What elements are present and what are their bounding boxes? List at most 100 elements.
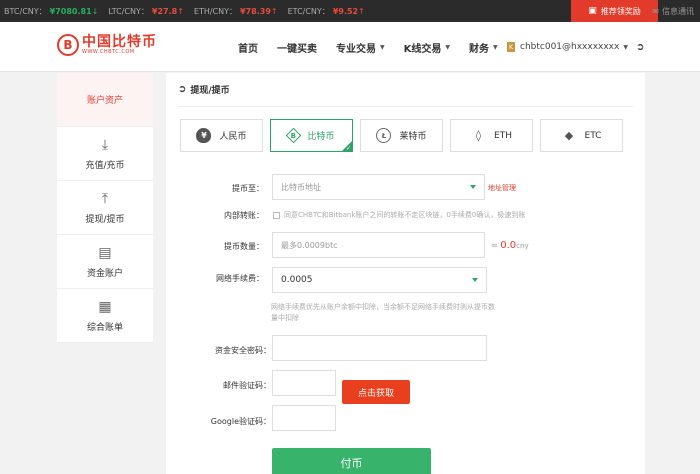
gift-icon: ▣: [588, 6, 597, 16]
ticker-pair: BTC/CNY：: [4, 6, 47, 16]
internal-transfer-text: 同意CHBTC和Bitbank账户之间的转账不走区块链，0手续费0确认，极速到账: [284, 211, 526, 219]
sidebar-item-withdraw[interactable]: ⤒ 提现/提币: [57, 181, 153, 235]
caret-down-icon: ▼: [445, 43, 450, 51]
nav-label: K线交易: [403, 43, 442, 55]
nav-label: 专业交易: [336, 43, 376, 55]
tab-etc[interactable]: ◆ ETC: [540, 119, 623, 152]
sidebar-item-funds-account[interactable]: ▤ 资金账户: [57, 235, 153, 289]
submit-withdraw-button[interactable]: 付币: [272, 448, 431, 474]
internal-transfer-checkbox[interactable]: [273, 211, 280, 219]
sidebar-item-assets[interactable]: 账户资产: [57, 73, 153, 127]
sidebar-item-statements[interactable]: ▦ 综合账单: [57, 289, 153, 343]
download-icon: ⤓: [101, 136, 109, 153]
user-email: chbtc001@hxxxxxxxx: [520, 42, 620, 52]
page-title: ➲ 提现/提币: [178, 83, 230, 96]
email-code-input[interactable]: [272, 370, 336, 396]
coin-label: 人民币: [219, 132, 247, 142]
ticker-ltc[interactable]: LTC/CNY： ¥27.8 ↑: [108, 6, 184, 17]
referral-reward-button[interactable]: ▣ 推荐领奖励: [571, 0, 658, 22]
top-header: B 中国比特币 WWW.CHBTC.COM 首页 一键买卖 专业交易 ▼ K线交易…: [0, 22, 700, 72]
grid-icon: ▦: [98, 298, 112, 315]
envelope-icon: ✉: [652, 6, 659, 16]
fee-value: 0.0005: [281, 275, 313, 285]
fee-label: 网络手续费：: [216, 274, 264, 283]
dropdown-arrow-icon: [470, 185, 476, 189]
bitcoin-icon: B: [286, 127, 302, 144]
sidebar-item-deposit[interactable]: ⤓ 充值/充币: [57, 127, 153, 181]
messages-label: 信息通讯: [662, 6, 694, 16]
address-select[interactable]: 比特币地址: [272, 174, 485, 200]
check-icon: ✓: [345, 145, 351, 152]
coin-label: 比特币: [307, 132, 335, 142]
ticker-price: ¥78.39: [240, 6, 271, 16]
arrow-down-icon: ↓: [91, 6, 99, 16]
exit-icon: ➲: [178, 84, 187, 95]
ticker-price: ¥9.52: [332, 6, 359, 16]
messages-link[interactable]: ✉ 信息通讯: [652, 0, 694, 22]
caret-down-icon: ▼: [380, 43, 385, 51]
approx-sign: ≈: [491, 241, 501, 250]
coin-label: ETH: [494, 130, 512, 141]
internal-transfer-label: 内部转账：: [224, 211, 264, 220]
fund-password-input[interactable]: [272, 335, 487, 361]
google-code-label: Google验证码：: [210, 417, 271, 426]
ticker-etc[interactable]: ETC/CNY： ¥9.52 ↑: [288, 6, 365, 17]
caret-down-icon: ▼: [623, 43, 628, 51]
bitcoin-logo-icon: B: [57, 34, 79, 56]
nav-label: 财务: [469, 43, 489, 55]
referral-reward-label: 推荐领奖励: [600, 6, 641, 16]
google-code-input[interactable]: [272, 405, 336, 431]
nav-kline-trade[interactable]: K线交易 ▼: [404, 40, 450, 55]
arrow-up-icon: ↑: [177, 6, 184, 16]
amount-placeholder: 最多0.0009btc: [281, 240, 338, 250]
tab-eth[interactable]: ◊ ETH: [450, 119, 533, 152]
nav-label: 首页: [238, 43, 258, 55]
nav-quick-trade[interactable]: 一键买卖: [277, 40, 317, 55]
ticker-pair: ETH/CNY：: [193, 6, 238, 16]
coin-tabs: ¥ 人民币 B 比特币 ✓ Ł 莱特币 ◊ ETH ◆ ETC: [180, 119, 630, 152]
sidebar-item-label: 账户资产: [86, 96, 123, 106]
user-menu[interactable]: K chbtc001@hxxxxxxxx ▼: [507, 22, 628, 72]
tab-btc[interactable]: B 比特币 ✓: [270, 119, 353, 152]
ticker-price: ¥7080.81: [49, 6, 92, 16]
get-code-button[interactable]: 点击获取: [342, 380, 410, 404]
sidebar-item-label: 资金账户: [86, 268, 123, 279]
amount-input[interactable]: 最多0.0009btc: [272, 232, 485, 258]
nav-home[interactable]: 首页: [238, 40, 258, 55]
brand-url: WWW.CHBTC.COM: [82, 48, 135, 55]
sidebar-item-label: 提现/提币: [85, 214, 125, 225]
tab-cny[interactable]: ¥ 人民币: [180, 119, 263, 152]
ethereum-icon: ◊: [475, 129, 482, 142]
estimate-value: 0.0: [500, 240, 517, 251]
main-nav: 首页 一键买卖 专业交易 ▼ K线交易 ▼ 财务 ▼: [238, 22, 517, 72]
sidebar-item-label: 综合账单: [86, 322, 123, 333]
ethereum-classic-icon: ◆: [564, 129, 574, 142]
arrow-up-icon: ↑: [358, 6, 365, 16]
fee-select[interactable]: 0.0005: [272, 267, 487, 293]
nav-pro-trade[interactable]: 专业交易 ▼: [336, 40, 385, 55]
ticker-price: ¥27.8: [151, 6, 178, 16]
cny-estimate: ≈ 0.0cny: [491, 240, 529, 251]
address-placeholder: 比特币地址: [281, 182, 321, 192]
ticker-eth[interactable]: ETH/CNY： ¥78.39 ↑: [194, 6, 278, 17]
user-level-badge: K: [507, 42, 515, 52]
litecoin-icon: Ł: [376, 128, 392, 143]
arrow-up-icon: ↑: [270, 6, 278, 16]
upload-icon: ⤒: [101, 190, 109, 207]
nav-finance[interactable]: 财务 ▼: [469, 40, 498, 55]
card-icon: ▤: [98, 244, 112, 261]
coin-label: 莱特币: [399, 132, 427, 142]
coin-label: ETC: [584, 130, 602, 141]
page-title-text: 提现/提币: [190, 86, 230, 96]
logout-icon[interactable]: ➲: [636, 22, 644, 72]
ticker-btc[interactable]: BTC/CNY： ¥7080.81 ↓: [4, 6, 98, 17]
account-sidebar: 账户资产 ⤓ 充值/充币 ⤒ 提现/提币 ▤ 资金账户 ▦ 综合账单: [57, 73, 153, 343]
amount-label: 提币数量：: [224, 242, 264, 251]
tab-ltc[interactable]: Ł 莱特币: [360, 119, 443, 152]
brand-name: 中国比特币: [82, 33, 157, 50]
money-bag-icon: ¥: [196, 128, 212, 143]
internal-transfer-option[interactable]: 同意CHBTC和Bitbank账户之间的转账不走区块链，0手续费0确认，极速到账: [273, 210, 525, 220]
address-management-link[interactable]: 地址管理: [488, 183, 516, 193]
brand-logo[interactable]: B 中国比特币 WWW.CHBTC.COM: [57, 34, 157, 56]
fee-note: 网络手续费优先从账户余额中扣除，当余额不足网络手续费时则从提币数量中扣除: [271, 303, 495, 322]
